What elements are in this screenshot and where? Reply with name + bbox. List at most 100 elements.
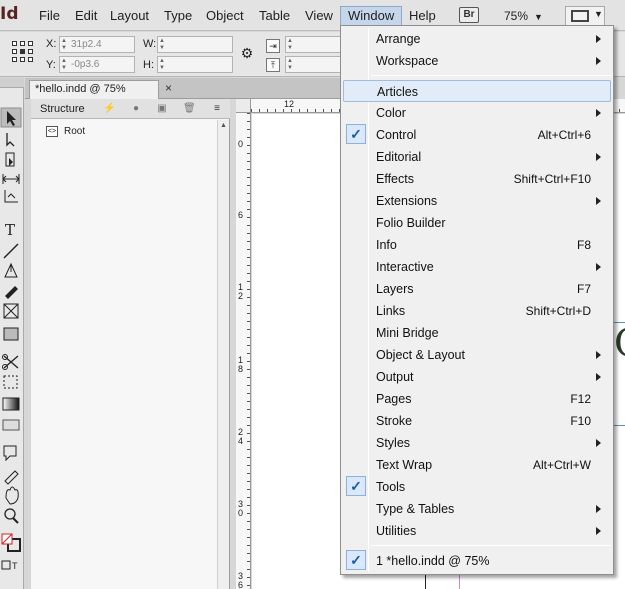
menu-object[interactable]: Object (199, 6, 251, 26)
stepper-icon[interactable]: ▲ ▼ (159, 38, 165, 52)
x-field[interactable]: ▲ ▼ 31p2.4 (59, 36, 135, 53)
screen-mode-icon (571, 10, 589, 22)
menu-item-folio-builder[interactable]: Folio Builder (343, 212, 611, 234)
menu-item-mini-bridge[interactable]: Mini Bridge (343, 322, 611, 344)
structure-panel-header: Structure ⚡ ● ▣ 🗑 ≡ (31, 99, 230, 119)
delete-icon[interactable]: 🗑 (183, 103, 196, 115)
menu-item-shortcut: F12 (570, 392, 591, 406)
stepper-icon[interactable]: ▲ ▼ (61, 58, 67, 72)
screen-mode-button[interactable]: ▼ (565, 6, 605, 26)
close-icon[interactable]: × (165, 81, 172, 95)
menu-item-tools[interactable]: ✓ Tools (343, 476, 611, 498)
window-dropdown-menu: Arrange Workspace Articles Color ✓ Control Alt… (340, 25, 614, 575)
menu-item-interactive[interactable]: Interactive (343, 256, 611, 278)
menu-view[interactable]: View (298, 6, 340, 26)
menu-type[interactable]: Type (157, 6, 199, 26)
menu-item-shortcut: Alt+Ctrl+6 (537, 128, 591, 142)
menu-item-shortcut: Shift+Ctrl+D (525, 304, 591, 318)
submenu-arrow-icon (596, 505, 601, 513)
menu-item-workspace[interactable]: Workspace (343, 50, 611, 72)
menu-item-shortcut: F8 (576, 238, 591, 252)
menu-item-pages[interactable]: Pages F12 (343, 388, 611, 410)
menu-item-label: Arrange (376, 32, 421, 46)
stepper-icon[interactable]: ▲ ▼ (287, 58, 293, 72)
menu-help[interactable]: Help (402, 6, 443, 26)
validate-icon[interactable]: ⚡ (103, 103, 115, 115)
menu-item-arrange[interactable]: Arrange (343, 28, 611, 50)
menu-separator (371, 75, 611, 76)
menu-item-articles[interactable]: Articles (343, 80, 611, 102)
document-tab[interactable]: *hello.indd @ 75% (29, 80, 159, 99)
menu-item-styles[interactable]: Styles (343, 432, 611, 454)
checkmark-icon: ✓ (346, 124, 366, 144)
menu-item-object-layout[interactable]: Object & Layout (343, 344, 611, 366)
menu-item-layers[interactable]: Layers F7 (343, 278, 611, 300)
ruler-label: 0 (238, 139, 244, 149)
menu-item-output[interactable]: Output (343, 366, 611, 388)
structure-root-item[interactable]: <> Root (46, 125, 85, 139)
h-label: H: (143, 59, 154, 71)
scale-x-icon: ⇥ (266, 39, 280, 53)
submenu-arrow-icon (596, 527, 601, 535)
menu-item-info[interactable]: Info F8 (343, 234, 611, 256)
menu-item-label: 1 *hello.indd @ 75% (376, 554, 490, 568)
menu-item-editorial[interactable]: Editorial (343, 146, 611, 168)
y-field[interactable]: ▲ ▼ -0p3.6 (59, 56, 135, 73)
svg-text:T: T (12, 561, 18, 571)
x-value: 31p2.4 (71, 39, 102, 50)
menu-item-label: Interactive (376, 260, 434, 274)
zoom-level-select[interactable]: 75% ▼ (504, 7, 543, 25)
h-field[interactable]: ▲ ▼ (157, 56, 233, 73)
menu-item-shortcut: F7 (576, 282, 591, 296)
menu-item-text-wrap[interactable]: Text Wrap Alt+Ctrl+W (343, 454, 611, 476)
attribute-icon[interactable]: ● (130, 103, 142, 115)
ruler-label: 2 4 (238, 427, 244, 446)
panel-menu-icon[interactable]: ≡ (211, 103, 223, 115)
reference-point-icon[interactable] (12, 41, 34, 63)
submenu-arrow-icon (596, 153, 601, 161)
ruler-origin[interactable] (236, 99, 251, 113)
bridge-button[interactable]: Br (459, 7, 479, 23)
menu-layout[interactable]: Layout (103, 6, 156, 26)
scale-x-field[interactable]: ▲ ▼ (285, 36, 341, 53)
menu-item-label: Editorial (376, 150, 422, 164)
menu-item-label: Links (376, 304, 406, 318)
stepper-icon[interactable]: ▲ ▼ (61, 38, 67, 52)
stepper-icon[interactable]: ▲ ▼ (159, 58, 165, 72)
ruler-label: 3 6 (238, 571, 244, 589)
menu-item-effects[interactable]: Effects Shift+Ctrl+F10 (343, 168, 611, 190)
scroll-up-icon[interactable]: ▲ (220, 122, 227, 129)
menu-item-control[interactable]: ✓ Control Alt+Ctrl+6 (343, 124, 611, 146)
menu-file[interactable]: File (32, 6, 67, 26)
menu-item-links[interactable]: Links Shift+Ctrl+D (343, 300, 611, 322)
menu-window[interactable]: Window (340, 6, 403, 26)
menu-item-color[interactable]: Color (343, 102, 611, 124)
menu-table[interactable]: Table (252, 6, 297, 26)
menu-item-extensions[interactable]: Extensions (343, 190, 611, 212)
menu-edit[interactable]: Edit (68, 6, 104, 26)
element-tag-icon: <> (46, 125, 58, 137)
constrain-proportions-icon[interactable]: ⚙ (240, 46, 254, 61)
chevron-down-icon: ▼ (534, 12, 543, 22)
ruler-label: 1 8 (238, 355, 244, 374)
menu-item-label: Color (376, 106, 406, 120)
menu-item-label: Workspace (376, 54, 439, 68)
w-label: W: (143, 38, 157, 50)
menu-item-utilities[interactable]: Utilities (343, 520, 611, 542)
scale-y-field[interactable]: ▲ ▼ (285, 56, 341, 73)
menu-item-label: Output (376, 370, 414, 384)
structure-root-label: Root (64, 126, 86, 137)
checkmark-icon: ✓ (346, 476, 366, 496)
menu-item-1-hello-indd-75[interactable]: ✓ 1 *hello.indd @ 75% (343, 550, 611, 572)
stepper-icon[interactable]: ▲ ▼ (287, 38, 293, 52)
comment-icon[interactable]: ▣ (156, 103, 168, 115)
vertical-ruler[interactable]: 0 6 1 2 1 8 2 4 3 0 3 6 (236, 113, 251, 589)
structure-scrollbar[interactable]: ▲ (217, 120, 229, 589)
menu-item-type-tables[interactable]: Type & Tables (343, 498, 611, 520)
menu-item-label: Tools (376, 480, 406, 494)
menu-item-stroke[interactable]: Stroke F10 (343, 410, 611, 432)
w-field[interactable]: ▲ ▼ (157, 36, 233, 53)
menu-item-label: Extensions (376, 194, 438, 208)
menu-item-shortcut: Shift+Ctrl+F10 (513, 172, 591, 186)
menu-item-label: Text Wrap (376, 458, 433, 472)
